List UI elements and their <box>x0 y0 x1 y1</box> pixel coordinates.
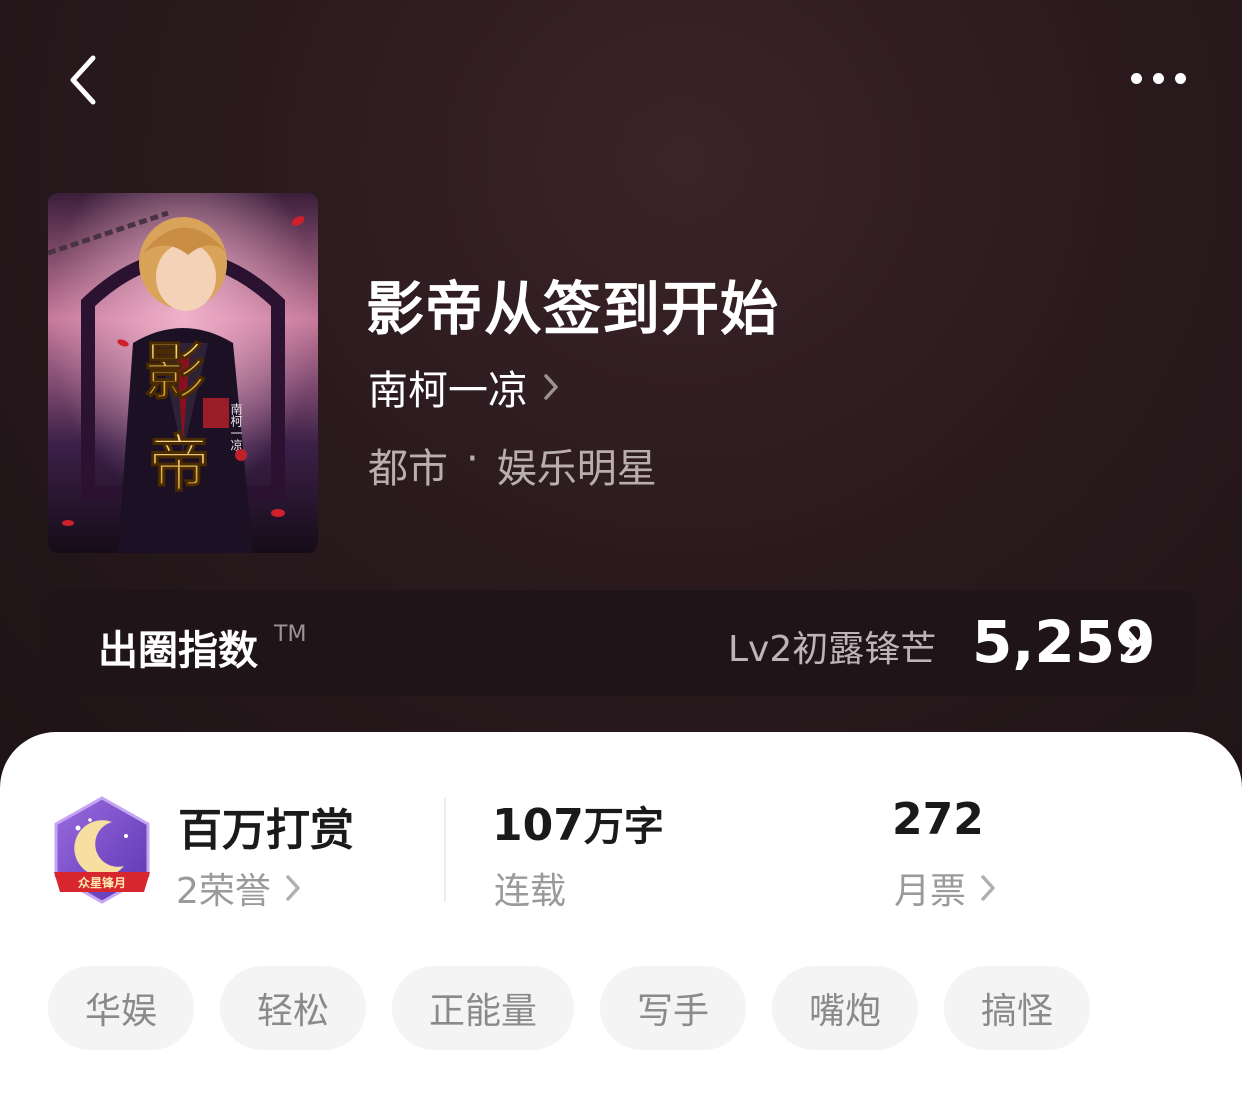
chevron-right-icon <box>286 875 300 901</box>
tag-chip[interactable]: 轻松 <box>220 966 366 1050</box>
tag-chip[interactable]: 嘴炮 <box>772 966 918 1050</box>
book-cover[interactable]: 影 帝 南柯一凉 <box>48 193 318 553</box>
stat-divider <box>444 798 446 902</box>
serial-status-label: 连载 <box>494 871 567 912</box>
category-label[interactable]: 都市 <box>368 436 448 494</box>
subcategory-label[interactable]: 娱乐明星 <box>497 436 657 494</box>
chevron-right-icon <box>1123 627 1140 659</box>
tag-chip[interactable]: 写手 <box>600 966 746 1050</box>
cover-author: 南柯一凉 <box>229 402 243 451</box>
chevron-right-icon <box>981 875 995 901</box>
author-link[interactable]: 南柯一凉 <box>368 358 560 416</box>
honor-link[interactable]: 2荣誉 <box>176 862 301 914</box>
genre-separator: · <box>466 436 479 482</box>
tag-chip[interactable]: 华娱 <box>48 966 194 1050</box>
cover-char-2: 帝 <box>148 427 210 500</box>
tag-list: 华娱 轻松 正能量 写手 嘴炮 搞怪 <box>48 966 1090 1050</box>
word-count: 107万字 <box>492 794 664 852</box>
book-header: 影 帝 南柯一凉 影帝从签到开始 南柯一凉 都市 · 娱乐明星 出圈指数 TM … <box>0 0 1242 800</box>
index-level: Lv2初露锋芒 <box>728 629 937 670</box>
popularity-index-bar[interactable]: 出圈指数 TM Lv2初露锋芒 5,259 <box>46 590 1196 696</box>
trademark-mark: TM <box>274 622 307 647</box>
monthly-ticket-count: 272 <box>892 794 984 845</box>
book-stats-sheet: 众星锋月 百万打赏 2荣誉 107万字 连载 272 月票 华娱 轻松 正能量 … <box>0 732 1242 1096</box>
back-button[interactable] <box>58 50 108 110</box>
serial-status: 连载 <box>494 862 566 914</box>
tag-chip[interactable]: 搞怪 <box>944 966 1090 1050</box>
cover-char-1: 影 <box>144 335 206 408</box>
tag-chip[interactable]: 正能量 <box>392 966 574 1050</box>
word-count-value: 107 <box>492 800 584 851</box>
genre-row: 都市 · 娱乐明星 <box>368 436 657 494</box>
chevron-right-icon <box>544 374 558 400</box>
index-title: 出圈指数 <box>98 628 258 674</box>
monthly-ticket-label: 月票 <box>894 871 967 912</box>
cover-illustration: 影 帝 南柯一凉 <box>48 193 318 553</box>
book-title: 影帝从签到开始 <box>366 275 780 343</box>
monthly-ticket-link[interactable]: 月票 <box>894 862 996 914</box>
honor-count: 2荣誉 <box>176 871 271 912</box>
honor-badge-icon[interactable]: 众星锋月 <box>50 796 154 906</box>
honor-title: 百万打赏 <box>178 805 354 856</box>
chevron-left-icon <box>70 55 96 105</box>
author-name: 南柯一凉 <box>368 368 528 414</box>
more-dots-icon <box>1130 72 1142 84</box>
word-count-unit: 万字 <box>583 804 664 850</box>
badge-ribbon-text: 众星锋月 <box>78 875 126 890</box>
more-button[interactable] <box>1122 60 1194 96</box>
